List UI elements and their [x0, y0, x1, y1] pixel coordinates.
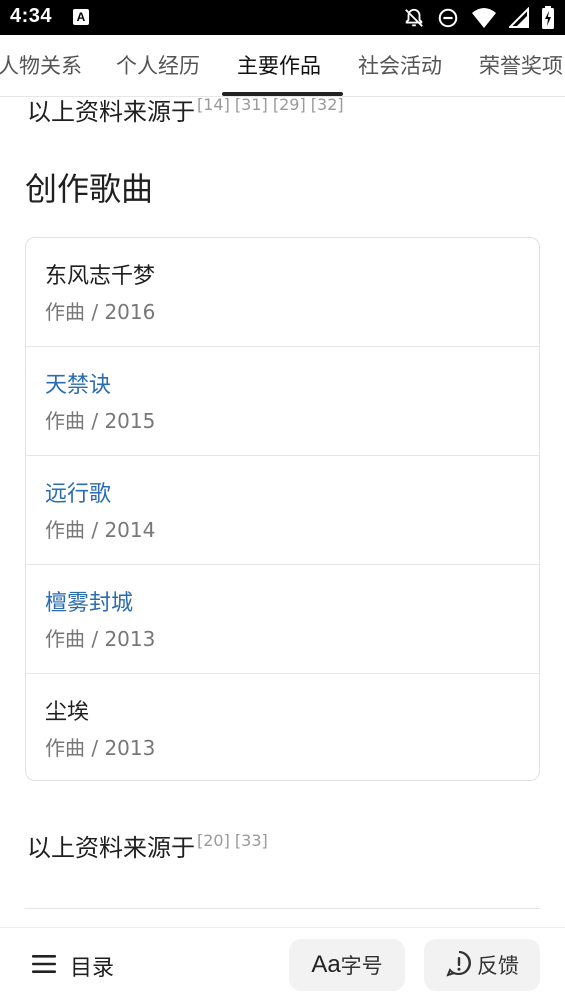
toc-button[interactable]: 目录: [32, 950, 114, 982]
song-meta: 作曲 / 2014: [45, 518, 156, 542]
list-item: 檀雾封城 作曲 / 2013: [26, 565, 539, 674]
song-meta: 作曲 / 2016: [45, 300, 156, 324]
list-item: 尘埃 作曲 / 2013: [26, 674, 539, 780]
cell-signal-icon: [509, 7, 529, 29]
list-item: 天禁诀 作曲 / 2015: [26, 347, 539, 456]
font-size-button[interactable]: Aa 字号: [289, 939, 405, 991]
font-size-icon: Aa: [311, 951, 341, 978]
status-bar: 4:34 A: [0, 0, 565, 35]
status-time: 4:34: [10, 5, 53, 27]
song-title-link[interactable]: 檀雾封城: [45, 585, 133, 617]
list-item: 远行歌 作曲 / 2014: [26, 456, 539, 565]
toc-label: 目录: [70, 956, 115, 981]
song-meta: 作曲 / 2013: [45, 736, 156, 760]
citation-links[interactable]: [20] [33]: [197, 831, 268, 850]
tab-experience[interactable]: 个人经历: [116, 50, 200, 80]
do-not-disturb-icon: [437, 7, 459, 29]
song-title: 东风志千梦: [45, 264, 156, 289]
list-item: 东风志千梦 作曲 / 2016: [26, 238, 539, 347]
songs-list: 东风志千梦 作曲 / 2016 天禁诀 作曲 / 2015 远行歌 作曲 / 2…: [25, 237, 540, 781]
menu-icon: [32, 954, 56, 978]
tab-relations[interactable]: 人物关系: [0, 50, 82, 80]
section-tabs: 人物关系 个人经历 主要作品 社会活动 荣誉奖项: [0, 35, 565, 97]
notification-a-icon: A: [73, 9, 89, 25]
tab-social-activities[interactable]: 社会活动: [358, 50, 442, 80]
wifi-icon: [471, 7, 497, 29]
feedback-icon: [445, 949, 473, 981]
source-text: 以上资料来源于: [27, 98, 195, 126]
tab-honors[interactable]: 荣誉奖项: [479, 50, 563, 80]
song-meta: 作曲 / 2013: [45, 627, 156, 651]
feedback-label: 反馈: [477, 954, 519, 978]
song-meta: 作曲 / 2015: [45, 409, 156, 433]
song-title-link[interactable]: 天禁诀: [45, 367, 111, 399]
section-title: 创作歌曲: [25, 170, 154, 208]
song-title-link[interactable]: 远行歌: [45, 476, 111, 508]
song-title: 尘埃: [45, 700, 90, 725]
citation-links[interactable]: [14] [31] [29] [32]: [197, 95, 344, 114]
source-text: 以上资料来源于: [27, 834, 195, 862]
source-line-top: 以上资料来源于 [14] [31] [29] [32]: [27, 92, 344, 127]
source-line-bottom: 以上资料来源于 [20] [33]: [27, 828, 268, 863]
divider: [25, 908, 540, 909]
battery-charging-icon: [541, 6, 555, 30]
feedback-button[interactable]: 反馈: [424, 939, 540, 991]
notifications-off-icon: [403, 7, 425, 29]
font-size-label: 字号: [340, 954, 383, 978]
tab-works[interactable]: 主要作品: [237, 50, 321, 80]
bottom-toolbar: 目录 Aa 字号 反馈: [0, 927, 565, 1002]
